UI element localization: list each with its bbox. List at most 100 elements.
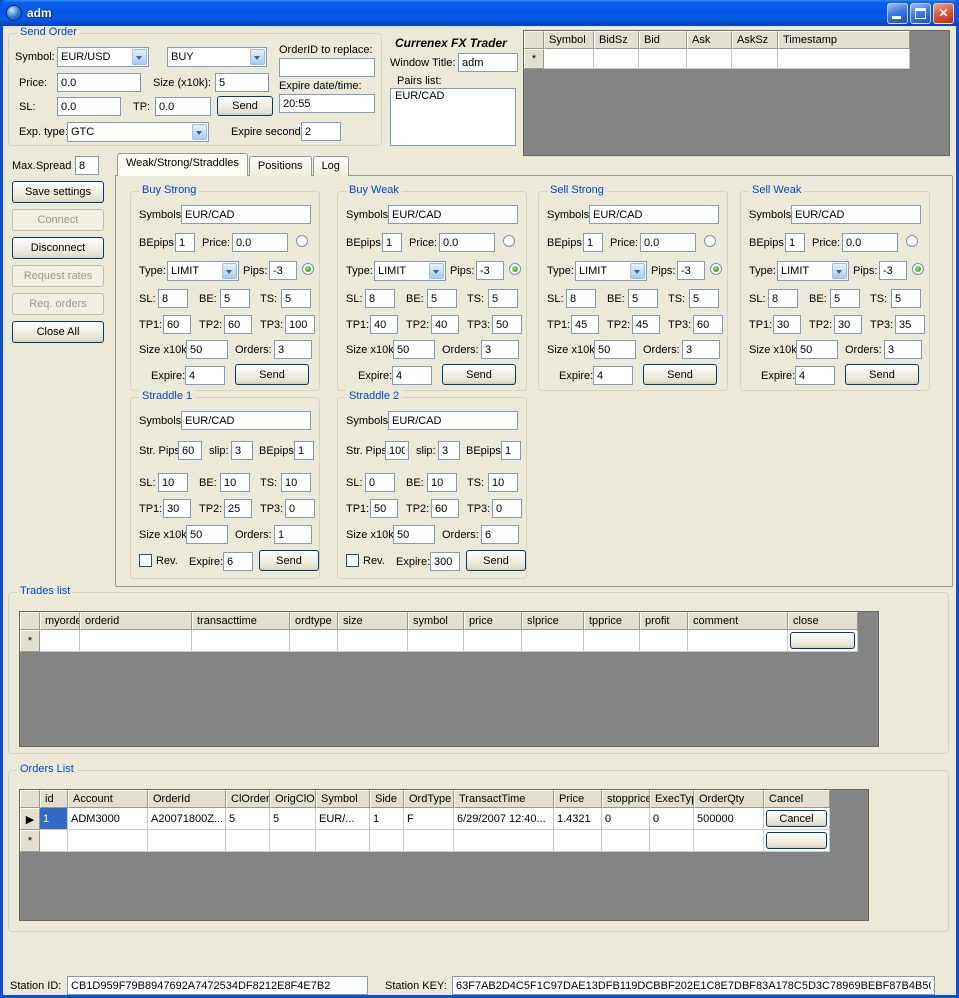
column-header-profit[interactable]: profit xyxy=(640,612,688,630)
tab-positions[interactable]: Positions xyxy=(249,156,312,176)
grid-cell-transacttime[interactable]: 6/29/2007 12:40... xyxy=(454,808,554,830)
column-header-slprice[interactable]: slprice xyxy=(522,612,584,630)
grid-cell[interactable] xyxy=(338,630,408,652)
price-input[interactable] xyxy=(439,233,495,252)
column-header-side[interactable]: Side xyxy=(370,790,404,808)
size-input[interactable] xyxy=(215,73,269,92)
grid-cell-orderid[interactable]: A20071800Z... xyxy=(148,808,226,830)
tp3-input[interactable] xyxy=(492,499,522,518)
window-title-input[interactable] xyxy=(458,53,518,72)
pips-mode-radio[interactable] xyxy=(509,263,521,275)
expire-input[interactable] xyxy=(185,366,225,385)
column-header-comment[interactable]: comment xyxy=(688,612,788,630)
price-mode-radio[interactable] xyxy=(906,235,918,247)
tp3-input[interactable] xyxy=(492,315,522,334)
grid-cell[interactable] xyxy=(584,630,640,652)
orders-input[interactable] xyxy=(481,340,519,359)
max-spread-input[interactable] xyxy=(75,156,99,175)
column-header-price[interactable]: price xyxy=(464,612,522,630)
sl-input[interactable] xyxy=(768,289,798,308)
column-header-tpprice[interactable]: tpprice xyxy=(584,612,640,630)
close-all-button[interactable]: Close All xyxy=(12,321,104,343)
column-header-orderid[interactable]: OrderId xyxy=(148,790,226,808)
type-select[interactable]: LIMIT xyxy=(575,261,647,281)
pips-input[interactable] xyxy=(677,261,705,280)
tp2-input[interactable] xyxy=(224,315,252,334)
tp2-input[interactable] xyxy=(224,499,252,518)
column-header-orderid[interactable]: orderid xyxy=(80,612,192,630)
price-mode-radio[interactable] xyxy=(704,235,716,247)
column-header-transacttime[interactable]: transacttime xyxy=(192,612,290,630)
expire-seconds-input[interactable] xyxy=(301,122,341,141)
expire-datetime-input[interactable] xyxy=(279,94,375,113)
be-input[interactable] xyxy=(628,289,658,308)
station-id-input[interactable] xyxy=(67,976,368,995)
station-key-input[interactable] xyxy=(452,976,935,995)
be-input[interactable] xyxy=(220,473,250,492)
column-header-bidsz[interactable]: BidSz xyxy=(594,31,639,49)
chevron-down-icon[interactable] xyxy=(630,263,645,279)
expire-input[interactable] xyxy=(795,366,835,385)
expire-input[interactable] xyxy=(593,366,633,385)
grid-cell-stopprice[interactable]: 0 xyxy=(602,808,650,830)
column-header-cancel[interactable]: Cancel xyxy=(764,790,830,808)
cancel-order-button[interactable]: Cancel xyxy=(766,810,827,827)
orderid-input[interactable] xyxy=(279,58,375,77)
grid-cell[interactable] xyxy=(270,830,316,852)
tab-log[interactable]: Log xyxy=(313,156,349,176)
tab-weak-strong-straddles[interactable]: Weak/Strong/Straddles xyxy=(117,153,248,176)
orders-input[interactable] xyxy=(682,340,720,359)
grid-cell[interactable] xyxy=(404,830,454,852)
symbols-input[interactable] xyxy=(181,411,311,430)
column-header-asksz[interactable]: AskSz xyxy=(732,31,778,49)
column-header-close[interactable]: close xyxy=(788,612,858,630)
grid-cell[interactable] xyxy=(316,830,370,852)
column-header-symbol[interactable]: Symbol xyxy=(544,31,594,49)
orders-input[interactable] xyxy=(884,340,922,359)
grid-cell[interactable] xyxy=(694,830,764,852)
size-input[interactable] xyxy=(186,525,228,544)
chevron-down-icon[interactable] xyxy=(222,263,237,279)
minimize-button[interactable] xyxy=(887,3,908,24)
type-select[interactable]: LIMIT xyxy=(777,261,849,281)
grid-cell[interactable] xyxy=(80,630,192,652)
column-header-exectyp[interactable]: ExecTyp xyxy=(650,790,694,808)
price-input[interactable] xyxy=(640,233,696,252)
grid-cell-orderqty[interactable]: 500000 xyxy=(694,808,764,830)
send-button[interactable]: Send xyxy=(259,550,319,571)
send-button[interactable]: Send xyxy=(845,364,919,385)
str-pips-input[interactable] xyxy=(385,441,409,460)
column-header-bid[interactable]: Bid xyxy=(639,31,687,49)
grid-cell[interactable] xyxy=(640,630,688,652)
orders-input[interactable] xyxy=(274,525,312,544)
slip-input[interactable] xyxy=(438,441,460,460)
symbols-input[interactable] xyxy=(181,205,311,224)
column-header-orderqty[interactable]: OrderQty xyxy=(694,790,764,808)
orders-input[interactable] xyxy=(481,525,519,544)
grid-cell-price[interactable]: 1.4321 xyxy=(554,808,602,830)
tp3-input[interactable] xyxy=(895,315,925,334)
size-input[interactable] xyxy=(796,340,838,359)
price-input[interactable] xyxy=(232,233,288,252)
grid-cell[interactable] xyxy=(687,49,732,69)
send-button[interactable]: Send xyxy=(643,364,717,385)
grid-cell[interactable] xyxy=(68,830,148,852)
send-button[interactable]: Send xyxy=(442,364,516,385)
pips-mode-radio[interactable] xyxy=(912,263,924,275)
be-input[interactable] xyxy=(220,289,250,308)
tp3-input[interactable] xyxy=(693,315,723,334)
tp1-input[interactable] xyxy=(370,499,398,518)
grid-cell[interactable] xyxy=(522,630,584,652)
tp2-input[interactable] xyxy=(431,499,459,518)
be-input[interactable] xyxy=(830,289,860,308)
save-settings-button[interactable]: Save settings xyxy=(12,181,104,203)
side-select[interactable]: BUY xyxy=(167,47,267,67)
column-header-ordtype[interactable]: ordtype xyxy=(290,612,338,630)
grid-cell-exectype[interactable]: 0 xyxy=(650,808,694,830)
column-header-symbol[interactable]: symbol xyxy=(408,612,464,630)
grid-cell-symbol[interactable]: EUR/... xyxy=(316,808,370,830)
column-header-clorderid[interactable]: ClOrderId xyxy=(226,790,270,808)
chevron-down-icon[interactable] xyxy=(192,124,207,140)
column-header-ask[interactable]: Ask xyxy=(687,31,732,49)
column-header-timestamp[interactable]: Timestamp xyxy=(778,31,910,49)
